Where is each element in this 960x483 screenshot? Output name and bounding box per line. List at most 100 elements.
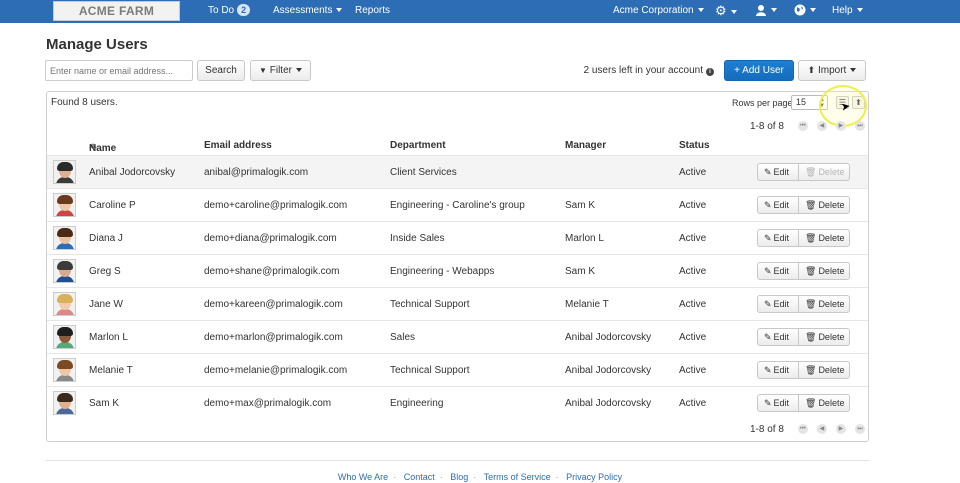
- add-user-button-label: + Add User: [734, 65, 784, 76]
- nav-language[interactable]: [794, 0, 816, 23]
- search-input[interactable]: [45, 60, 193, 81]
- delete-button[interactable]: 🗑 Delete: [798, 394, 850, 412]
- import-button-label: Import: [817, 65, 847, 76]
- last-page-icon[interactable]: ⏭: [854, 424, 865, 435]
- footer-link-contact[interactable]: Contact: [404, 472, 435, 482]
- edit-icon: ✎: [764, 167, 772, 177]
- edit-button[interactable]: ✎ Edit: [757, 295, 799, 313]
- next-page-icon[interactable]: ▶: [835, 424, 846, 435]
- avatar-body: [56, 309, 74, 315]
- header-email[interactable]: Email address: [204, 140, 272, 151]
- footer-link-blog[interactable]: Blog: [450, 472, 468, 482]
- prev-page-icon[interactable]: ◀: [816, 121, 827, 132]
- delete-button[interactable]: 🗑 Delete: [798, 295, 850, 313]
- delete-button-label: Delete: [818, 398, 845, 408]
- edit-icon: ✎: [764, 332, 772, 342]
- cell-name: Sam K: [89, 398, 120, 409]
- chevron-down-icon: [336, 8, 343, 13]
- rows-per-page-select[interactable]: 15 ▲ ▼: [791, 95, 828, 110]
- add-user-button[interactable]: + Add User: [724, 60, 794, 81]
- edit-button-label: Edit: [773, 365, 790, 375]
- delete-button[interactable]: 🗑 Delete: [798, 163, 850, 181]
- cell-name: Caroline P: [89, 200, 136, 211]
- footer-link-privacy[interactable]: Privacy Policy: [566, 472, 622, 482]
- avatar-hair: [57, 261, 73, 270]
- avatar-hair: [57, 162, 73, 171]
- company-logo[interactable]: ACME FARM SUPPLY: [53, 1, 180, 21]
- avatar-body: [56, 177, 74, 183]
- cell-manager: Anibal Jodorcovsky: [565, 365, 652, 376]
- footer-separator: ·: [393, 472, 397, 482]
- nav-organization[interactable]: Acme Corporation: [613, 0, 704, 23]
- avatar-body: [56, 408, 74, 414]
- avatar: [53, 226, 76, 250]
- cell-status: Active: [679, 332, 707, 343]
- cell-department: Inside Sales: [390, 233, 445, 244]
- delete-button[interactable]: 🗑 Delete: [798, 328, 850, 346]
- delete-button-label: Delete: [818, 233, 845, 243]
- trash-icon: 🗑: [805, 299, 817, 309]
- first-page-icon[interactable]: ⏮: [797, 121, 808, 132]
- delete-button[interactable]: 🗑 Delete: [798, 196, 850, 214]
- nav-help[interactable]: Help: [832, 0, 863, 23]
- edit-button[interactable]: ✎ Edit: [757, 361, 799, 379]
- edit-button-label: Edit: [773, 266, 790, 276]
- table-header: Name Email address Department Manager St…: [47, 137, 868, 155]
- chevron-down-icon: [856, 8, 863, 13]
- first-page-icon[interactable]: ⏮: [797, 424, 808, 435]
- footer-separator: ·: [555, 472, 559, 482]
- header-manager[interactable]: Manager: [565, 140, 606, 151]
- footer-link-terms[interactable]: Terms of Service: [484, 472, 551, 482]
- edit-button[interactable]: ✎ Edit: [757, 328, 799, 346]
- delete-button-label: Delete: [818, 299, 845, 309]
- nav-user-menu[interactable]: [755, 0, 777, 23]
- spinner-arrows-icon: ▲ ▼: [819, 97, 825, 109]
- avatar: [53, 259, 76, 283]
- edit-button[interactable]: ✎ Edit: [757, 262, 799, 280]
- footer-links: Who We Are · Contact · Blog · Terms of Serv…: [0, 472, 960, 482]
- nav-todo[interactable]: To Do 2: [208, 0, 251, 23]
- edit-button-label: Edit: [773, 200, 790, 210]
- header-department[interactable]: Department: [390, 140, 446, 151]
- info-icon[interactable]: i: [706, 68, 714, 76]
- cell-status: Active: [679, 365, 707, 376]
- cell-email: demo+caroline@primalogik.com: [204, 200, 348, 211]
- next-page-icon[interactable]: ▶: [835, 121, 846, 132]
- cell-name: Jane W: [89, 299, 123, 310]
- import-button[interactable]: ⬆ Import: [798, 60, 866, 81]
- edit-button[interactable]: ✎ Edit: [757, 196, 799, 214]
- nav-help-label: Help: [832, 5, 853, 16]
- filter-button[interactable]: ▼ Filter: [250, 60, 311, 81]
- delete-button[interactable]: 🗑 Delete: [798, 229, 850, 247]
- nav-organization-label: Acme Corporation: [613, 5, 694, 16]
- table-row: Anibal Jodorcovsky anibal@primalogik.com C…: [47, 155, 868, 188]
- table-row: Melanie T demo+melanie@primalogik.com Tech…: [47, 353, 868, 386]
- nav-settings[interactable]: ⚙: [715, 0, 737, 23]
- cell-email: demo+max@primalogik.com: [204, 398, 332, 409]
- cell-status: Active: [679, 233, 707, 244]
- nav-todo-label: To Do: [208, 5, 235, 16]
- avatar: [53, 292, 76, 316]
- delete-button[interactable]: 🗑 Delete: [798, 262, 850, 280]
- edit-button[interactable]: ✎ Edit: [757, 229, 799, 247]
- last-page-icon[interactable]: ⏭: [854, 121, 865, 132]
- chevron-down-icon: [771, 8, 777, 13]
- cell-department: Engineering - Caroline's group: [390, 200, 525, 211]
- cell-status: Active: [679, 299, 707, 310]
- search-button[interactable]: Search: [197, 60, 245, 81]
- table-row: Sam K demo+max@primalogik.com Engineering A…: [47, 386, 868, 419]
- cell-manager: Anibal Jodorcovsky: [565, 398, 652, 409]
- edit-button[interactable]: ✎ Edit: [757, 394, 799, 412]
- trash-icon: 🗑: [805, 167, 817, 177]
- nav-assessments[interactable]: Assessments: [273, 0, 343, 23]
- prev-page-icon[interactable]: ◀: [816, 424, 827, 435]
- footer-link-who-we-are[interactable]: Who We Are: [338, 472, 388, 482]
- page-title: Manage Users: [46, 36, 148, 53]
- export-button[interactable]: ⬆: [852, 96, 865, 109]
- avatar-body: [56, 210, 74, 216]
- header-status[interactable]: Status: [679, 140, 710, 151]
- delete-button[interactable]: 🗑 Delete: [798, 361, 850, 379]
- cell-department: Technical Support: [390, 365, 470, 376]
- nav-reports[interactable]: Reports: [355, 0, 390, 23]
- edit-button[interactable]: ✎ Edit: [757, 163, 799, 181]
